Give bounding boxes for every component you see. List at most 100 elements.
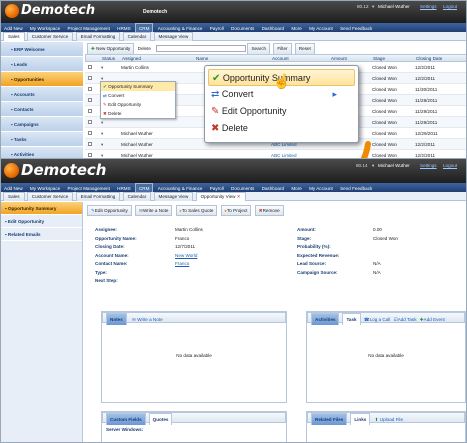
field-value: 0.00 bbox=[373, 227, 382, 232]
main-menu: Add New My Workspace Project Management … bbox=[1, 23, 466, 34]
search-input[interactable] bbox=[156, 45, 247, 53]
row-checkbox[interactable] bbox=[88, 120, 92, 124]
row-menu-icon[interactable]: ▾ bbox=[101, 139, 103, 150]
row-checkbox[interactable] bbox=[88, 131, 92, 135]
detail-sidebar-item-related-emails[interactable]: ▪ Related Emails bbox=[1, 228, 82, 241]
tab-calendar[interactable]: Calendar bbox=[122, 32, 152, 41]
write-note-button[interactable]: ✉Write a Note bbox=[135, 205, 173, 216]
row-stage: Closed Won bbox=[372, 120, 397, 125]
detail-sidebar-item-edit-opportunity[interactable]: ▪ Edit Opportunity bbox=[1, 215, 82, 228]
field-label: Closing Date: bbox=[95, 244, 125, 249]
custom-fields-tab[interactable]: Custom Fields bbox=[106, 413, 146, 425]
detail-field-row: Account Name: New World bbox=[95, 253, 285, 262]
row-closing-date: 11/29/2011 bbox=[415, 109, 438, 114]
convert-icon: ⇄ bbox=[103, 93, 107, 98]
tab-customer-service[interactable]: Customer Service bbox=[26, 32, 74, 41]
remove-button[interactable]: ✖Remove bbox=[254, 205, 284, 216]
sidebar-item-label: Activities bbox=[13, 152, 35, 157]
add-task-link[interactable]: ☑Add Task bbox=[394, 317, 417, 322]
small-menu-convert[interactable]: ⇄ Convert bbox=[101, 91, 175, 100]
settings-link[interactable]: Settings bbox=[420, 163, 437, 168]
brand-name[interactable]: Demotech bbox=[21, 161, 106, 179]
row-stage: Closed Won bbox=[372, 87, 397, 92]
check-icon: ✔ bbox=[212, 73, 221, 84]
to-sales-quote-button[interactable]: ▸To Sales Quote bbox=[175, 205, 218, 216]
row-menu-icon[interactable]: ▾ bbox=[101, 62, 103, 73]
sidebar-item-tasks[interactable]: ▪ Tasks bbox=[1, 132, 83, 147]
log-call-link[interactable]: ☎Log a Call bbox=[364, 317, 390, 322]
delete-button[interactable]: Delete bbox=[138, 46, 151, 51]
large-menu-delete[interactable]: ✖ Delete bbox=[208, 120, 355, 137]
row-closing-date: 12/29/2011 bbox=[415, 131, 438, 136]
links-tab[interactable]: Links bbox=[350, 413, 371, 425]
row-checkbox[interactable] bbox=[88, 109, 92, 113]
tab-message-view[interactable]: Message View bbox=[153, 32, 194, 41]
header-version: 80.12 bbox=[357, 4, 369, 9]
add-event-link[interactable]: ✚Add Event bbox=[420, 317, 445, 322]
to-project-button[interactable]: ▸To Project bbox=[220, 205, 252, 216]
sidebar-item-leads[interactable]: ▪ Leads bbox=[1, 57, 83, 72]
tab-customer-service[interactable]: Customer Service bbox=[26, 192, 74, 201]
detail-field-row: Stage: Closed Won bbox=[297, 236, 466, 245]
sidebar-item-campaigns[interactable]: ▪ Campaigns bbox=[1, 117, 83, 132]
quotes-tab[interactable]: Quotes bbox=[148, 413, 173, 425]
activities-tab[interactable]: Activities bbox=[311, 313, 340, 325]
logout-link[interactable]: Logout bbox=[443, 163, 457, 168]
detail-sidebar-list: ▪ Opportunity Summary ▪ Edit Opportunity ▪… bbox=[1, 202, 82, 241]
logout-link[interactable]: Logout bbox=[443, 4, 457, 9]
notes-tab[interactable]: Notes bbox=[106, 313, 127, 325]
sidebar-item-opportunities[interactable]: ▪ Opportunities bbox=[1, 72, 83, 87]
row-assigned: Michael Wuther bbox=[121, 142, 153, 147]
tab-sales[interactable]: Sales bbox=[3, 32, 25, 41]
write-note-link[interactable]: ✉ Write a Note bbox=[132, 317, 163, 322]
tab-email-formatting[interactable]: Email Formatting bbox=[75, 192, 121, 201]
header-user[interactable]: Michael Wuther bbox=[378, 4, 410, 9]
detail-sidebar-item-opportunity-summary[interactable]: ▪ Opportunity Summary bbox=[1, 202, 82, 215]
tab-opportunity-view[interactable]: Opportunity View ✕ bbox=[195, 192, 246, 201]
row-checkbox[interactable] bbox=[88, 153, 92, 157]
small-menu-summary[interactable]: ✔ Opportunity Summary bbox=[101, 82, 175, 91]
sidebar-item-erp-welcome[interactable]: ▪ ERP Welcome bbox=[1, 42, 83, 57]
large-menu-edit-label: Edit Opportunity bbox=[221, 106, 287, 116]
large-menu-edit[interactable]: ✎ Edit Opportunity bbox=[208, 103, 355, 120]
tab-strip: Sales Customer Service Email Formatting … bbox=[1, 32, 466, 41]
close-icon[interactable]: ✕ bbox=[237, 194, 241, 199]
settings-link[interactable]: Settings bbox=[420, 4, 437, 9]
detail-field-row: Amount: 0.00 bbox=[297, 227, 466, 236]
header-bar: Demotech 80.14 ▾ Michael Wuther Settings… bbox=[1, 159, 466, 183]
field-value[interactable]: New World bbox=[175, 253, 197, 258]
edit-opportunity-button[interactable]: ✎Edit Opportunity bbox=[87, 205, 132, 216]
sidebar-item-label: Contacts bbox=[13, 107, 34, 112]
detail-field-row: Contact Name: Franco bbox=[95, 261, 285, 270]
sidebar-item-label: Tasks bbox=[13, 137, 27, 142]
small-menu-delete[interactable]: ✖ Delete bbox=[101, 109, 175, 118]
field-label: Contact Name: bbox=[95, 261, 128, 266]
bottom-screenshot: Demotech 80.14 ▾ Michael Wuther Settings… bbox=[0, 158, 467, 443]
header-user[interactable]: Michael Wuther bbox=[378, 163, 410, 168]
row-checkbox[interactable] bbox=[88, 142, 92, 146]
task-tab[interactable]: Task bbox=[342, 313, 361, 325]
brand-name[interactable]: Demotech bbox=[21, 3, 95, 18]
small-menu-edit[interactable]: ✎ Edit Opportunity bbox=[101, 100, 175, 109]
remove-label: Remove bbox=[262, 208, 280, 213]
detail-field-row: Type: bbox=[95, 270, 285, 279]
related-files-tab[interactable]: Related Files bbox=[311, 413, 348, 425]
detail-field-row: Campaign Source: N/A bbox=[297, 270, 466, 279]
tab-message-view[interactable]: Message View bbox=[153, 192, 194, 201]
sidebar-item-contacts[interactable]: ▪ Contacts bbox=[1, 102, 83, 117]
field-value[interactable]: Franco bbox=[175, 261, 189, 266]
convert-icon: ⇄ bbox=[211, 89, 220, 100]
sidebar-item-accounts[interactable]: ▪ Accounts bbox=[1, 87, 83, 102]
add-icon: ✚ bbox=[91, 46, 95, 51]
tab-calendar[interactable]: Calendar bbox=[122, 192, 152, 201]
row-menu-icon[interactable]: ▾ bbox=[101, 128, 103, 139]
user-icon: ▾ bbox=[372, 163, 375, 168]
row-checkbox[interactable] bbox=[88, 65, 92, 69]
tab-email-formatting[interactable]: Email Formatting bbox=[75, 32, 121, 41]
row-checkbox[interactable] bbox=[88, 98, 92, 102]
upload-file-link[interactable]: ⬆ Upload File bbox=[375, 417, 403, 422]
tab-sales[interactable]: Sales bbox=[3, 192, 25, 201]
row-checkbox[interactable] bbox=[88, 87, 92, 91]
row-checkbox[interactable] bbox=[88, 76, 92, 80]
edit-opportunity-label: Edit Opportunity bbox=[94, 208, 128, 213]
